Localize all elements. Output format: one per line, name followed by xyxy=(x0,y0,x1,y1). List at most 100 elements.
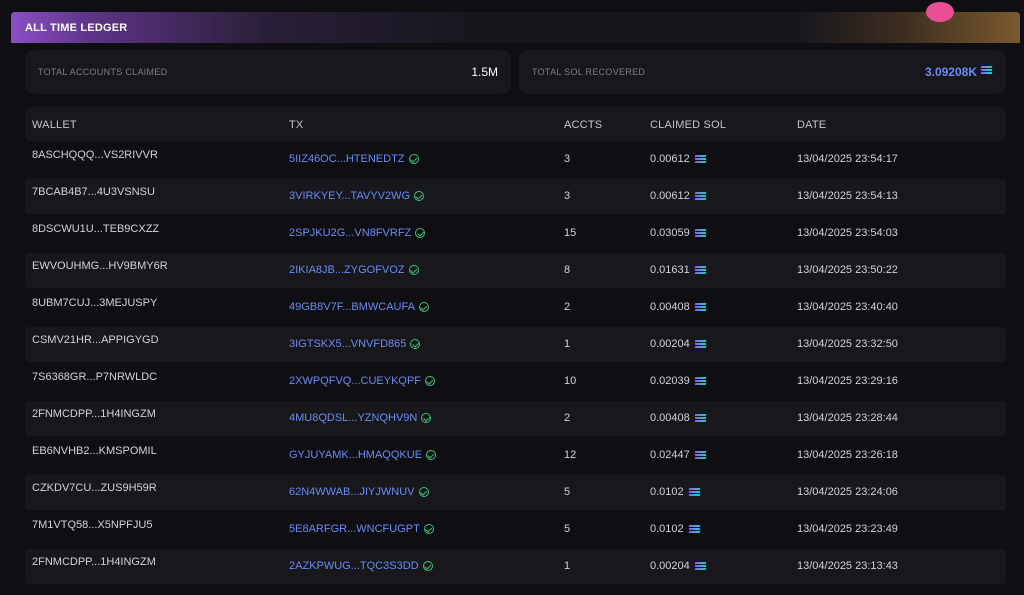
table-row: 2FNMCDPP...1H4INGZM 2AZKPWUG...TQC3S3DD 1 0… xyxy=(25,549,1006,584)
claimed-sol-value: 0.01631 xyxy=(650,264,690,276)
table-row: 7M1VTQ58...X5NPFJU5 5E8ARFGR...WNCFUGPT 5 0… xyxy=(25,512,1006,547)
tx-link[interactable]: 4MU8QDSL...YZNQHV9N xyxy=(289,412,432,424)
accounts-count: 2 xyxy=(564,412,571,424)
tx-hash[interactable]: 3IGTSKX5...VNVFD865 xyxy=(289,338,406,350)
wallet-address: EB6NVHB2...KMSPOMIL xyxy=(32,445,157,457)
accounts-count: 5 xyxy=(564,486,571,498)
claimed-sol-value: 0.02039 xyxy=(650,375,690,387)
solana-icon xyxy=(694,414,707,422)
wallet-address: 8UBM7CUJ...3MEJUSPY xyxy=(32,297,158,309)
tx-hash[interactable]: 4MU8QDSL...YZNQHV9N xyxy=(289,412,417,424)
header-date: DATE xyxy=(797,119,827,131)
solana-icon xyxy=(694,266,707,274)
tx-hash[interactable]: 62N4WWAB...JIYJWNUV xyxy=(289,486,415,498)
claim-date: 13/04/2025 23:32:50 xyxy=(797,338,898,350)
claimed-sol-value: 0.02447 xyxy=(650,449,690,461)
check-circle-icon xyxy=(418,302,429,312)
claim-date: 13/04/2025 23:54:03 xyxy=(797,227,898,239)
tx-hash[interactable]: 2IKIA8JB...ZYGOFVOZ xyxy=(289,264,405,276)
tx-link[interactable]: 49GB8V7F...BMWCAUFA xyxy=(289,301,429,313)
solana-icon xyxy=(694,229,707,237)
claimed-sol-value: 0.00204 xyxy=(650,560,690,572)
check-circle-icon xyxy=(425,376,436,386)
claimed-sol-value: 0.03059 xyxy=(650,227,690,239)
tx-link[interactable]: 2IKIA8JB...ZYGOFVOZ xyxy=(289,264,419,276)
check-circle-icon xyxy=(410,339,421,349)
claim-date: 13/04/2025 23:54:13 xyxy=(797,190,898,202)
claimed-sol: 0.00612 xyxy=(650,190,707,202)
claim-date: 13/04/2025 23:23:49 xyxy=(797,523,898,535)
solana-icon xyxy=(694,451,707,459)
accounts-count: 5 xyxy=(564,523,571,535)
tx-hash[interactable]: 2SPJKU2G...VN8FVRFZ xyxy=(289,227,411,239)
tx-hash[interactable]: 2XWPQFVQ...CUEYKQPF xyxy=(289,375,421,387)
wallet-address: 8ASCHQQQ...VS2RIVVR xyxy=(32,149,158,161)
tx-link[interactable]: 3VIRKYEY...TAVYV2WG xyxy=(289,190,425,202)
claimed-sol-value: 0.00408 xyxy=(650,412,690,424)
table-row: 8UBM7CUJ...3MEJUSPY 49GB8V7F...BMWCAUFA 2 0… xyxy=(25,290,1006,325)
solana-icon xyxy=(980,66,993,74)
claimed-sol: 0.01631 xyxy=(650,264,707,276)
claimed-sol: 0.00408 xyxy=(650,301,707,313)
check-circle-icon xyxy=(415,228,426,238)
ledger-header: ALL TIME LEDGER xyxy=(11,2,1020,43)
tx-link[interactable]: 5E8ARFGR...WNCFUGPT xyxy=(289,523,434,535)
header-wallet: WALLET xyxy=(32,119,77,131)
claimed-sol: 0.00408 xyxy=(650,412,707,424)
solana-icon xyxy=(688,525,701,533)
claimed-sol: 0.00204 xyxy=(650,560,707,572)
table-row: 8ASCHQQQ...VS2RIVVR 5IIZ46OC...HTENEDTZ 3 0… xyxy=(25,142,1006,177)
tx-hash[interactable]: 5IIZ46OC...HTENEDTZ xyxy=(289,153,405,165)
check-circle-icon xyxy=(408,265,419,275)
table-row: 7S6368GR...P7NRWLDC 2XWPQFVQ...CUEYKQPF 10… xyxy=(25,364,1006,399)
claimed-sol: 0.0102 xyxy=(650,486,701,498)
claim-date: 13/04/2025 23:28:44 xyxy=(797,412,898,424)
claim-date: 13/04/2025 23:29:16 xyxy=(797,375,898,387)
claimed-sol: 0.02039 xyxy=(650,375,707,387)
check-circle-icon xyxy=(414,191,425,201)
claim-date: 13/04/2025 23:26:18 xyxy=(797,449,898,461)
claim-date: 13/04/2025 23:40:40 xyxy=(797,301,898,313)
accounts-count: 12 xyxy=(564,449,577,461)
tx-hash[interactable]: GYJUYAMK...HMAQQKUE xyxy=(289,449,422,461)
wallet-address: 7S6368GR...P7NRWLDC xyxy=(32,371,158,383)
tx-hash[interactable]: 3VIRKYEY...TAVYV2WG xyxy=(289,190,410,202)
check-circle-icon xyxy=(422,561,433,571)
tx-link[interactable]: GYJUYAMK...HMAQQKUE xyxy=(289,449,437,461)
solana-icon xyxy=(694,340,707,348)
claim-date: 13/04/2025 23:54:17 xyxy=(797,153,898,165)
table-row: 2FNMCDPP...1H4INGZM 4MU8QDSL...YZNQHV9N 2 0… xyxy=(25,401,1006,436)
tx-link[interactable]: 3IGTSKX5...VNVFD865 xyxy=(289,338,421,350)
solana-icon xyxy=(694,155,707,163)
table-row: 7BCAB4B7...4U3VSNSU 3VIRKYEY...TAVYV2WG 3 0… xyxy=(25,179,1006,214)
solana-icon xyxy=(694,303,707,311)
table-row: CSMV21HR...APPIGYGD 3IGTSKX5...VNVFD865 1 0… xyxy=(25,327,1006,362)
claimed-sol-value: 0.00612 xyxy=(650,153,690,165)
table-row: 8DSCWU1U...TEB9CXZZ 2SPJKU2G...VN8FVRFZ 15… xyxy=(25,216,1006,251)
tx-link[interactable]: 2AZKPWUG...TQC3S3DD xyxy=(289,560,433,572)
tx-link[interactable]: 2SPJKU2G...VN8FVRFZ xyxy=(289,227,426,239)
accounts-count: 1 xyxy=(564,338,571,350)
tx-link[interactable]: 62N4WWAB...JIYJWNUV xyxy=(289,486,429,498)
accounts-count: 2 xyxy=(564,301,571,313)
wallet-address: 2FNMCDPP...1H4INGZM xyxy=(32,556,156,568)
stat-value-accounts: 1.5M xyxy=(471,65,498,79)
wallet-address: 7M1VTQ58...X5NPFJU5 xyxy=(32,519,153,531)
ledger-table: WALLET TX ACCTS CLAIMED SOL DATE 8ASCHQQ… xyxy=(25,107,1006,595)
claimed-sol-value: 0.00408 xyxy=(650,301,690,313)
claimed-sol-value: 0.0102 xyxy=(650,486,684,498)
tx-hash[interactable]: 49GB8V7F...BMWCAUFA xyxy=(289,301,415,313)
stat-label-sol: TOTAL SOL RECOVERED xyxy=(532,67,646,77)
claimed-sol: 0.02447 xyxy=(650,449,707,461)
accounts-count: 3 xyxy=(564,190,571,202)
tx-link[interactable]: 5IIZ46OC...HTENEDTZ xyxy=(289,153,419,165)
claimed-sol-value: 0.0102 xyxy=(650,523,684,535)
tx-hash[interactable]: 5E8ARFGR...WNCFUGPT xyxy=(289,523,420,535)
tx-hash[interactable]: 2AZKPWUG...TQC3S3DD xyxy=(289,560,419,572)
wallet-address: 7BCAB4B7...4U3VSNSU xyxy=(32,186,155,198)
tx-link[interactable]: 2XWPQFVQ...CUEYKQPF xyxy=(289,375,436,387)
table-row: EB6NVHB2...KMSPOMIL GYJUYAMK...HMAQQKUE 12… xyxy=(25,438,1006,473)
page-title: ALL TIME LEDGER xyxy=(25,22,128,34)
header-claimed-sol: CLAIMED SOL xyxy=(650,119,727,131)
claimed-sol-value: 0.00204 xyxy=(650,338,690,350)
